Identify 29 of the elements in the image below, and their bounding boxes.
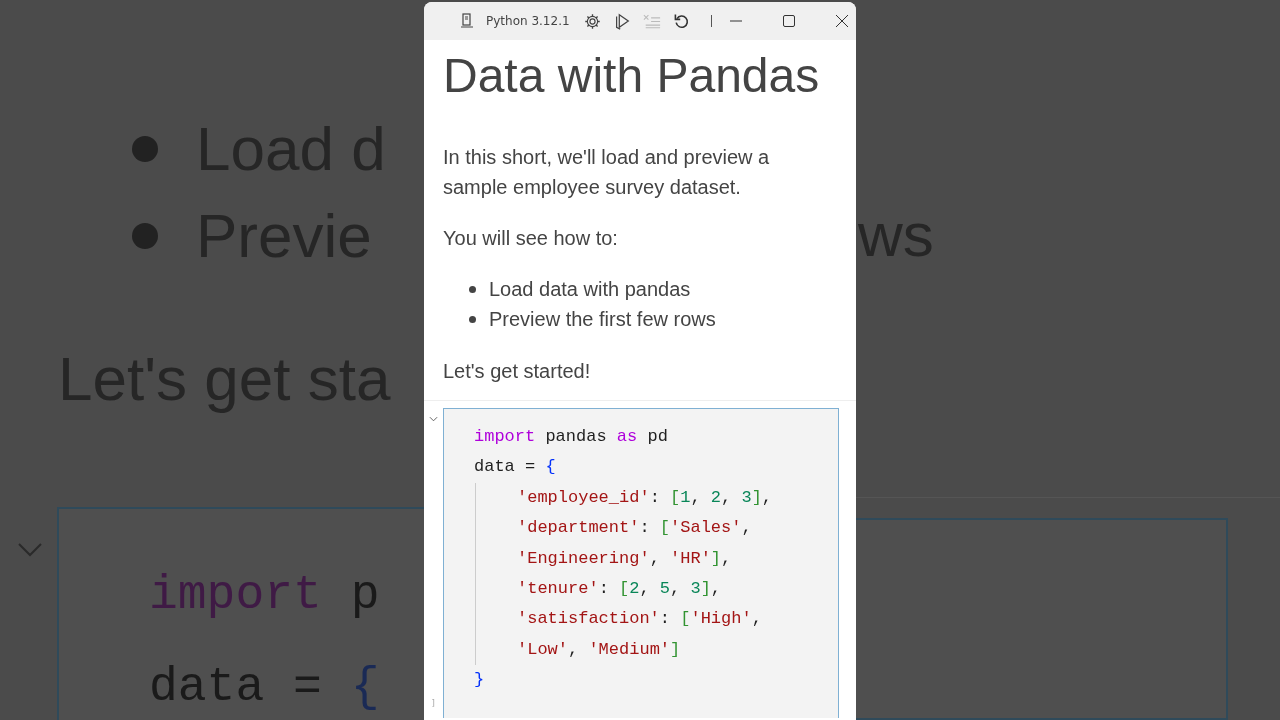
code-line: 'Engineering', 'HR'], <box>475 543 838 575</box>
bullet-text: Load data with pandas <box>489 277 691 301</box>
code-line: 'tenure': [2, 5, 3], <box>475 574 838 605</box>
closing-text: Let's get started! <box>443 359 592 384</box>
bullet-icon <box>132 222 158 249</box>
chevron-icon <box>18 543 42 557</box>
code-line: 'employee_id': [1, 2, 3], <box>475 482 838 514</box>
bullet-icon <box>469 315 476 323</box>
intro-paragraph: In this short, we'll load and preview a sample employee survey dataset. <box>443 145 771 200</box>
bullet-icon <box>469 285 476 293</box>
code-line: import pandas as pd <box>474 426 669 448</box>
notebook-title: Data with Pandas <box>443 48 821 104</box>
kernel-icon[interactable] <box>460 13 474 29</box>
bullet-text: Preview the first few rows <box>489 307 716 331</box>
kernel-label[interactable]: Python 3.12.1 <box>486 14 570 28</box>
code-cell[interactable]: import pandas as pd data = { 'employee_id': [1, 2, 3], 'department': ['Sales', 'Engineering', 'HR'], 'tenure': [2, 5, 3], 'satisfaction': ['High', 'Low', 'Medium'] } <box>443 408 839 718</box>
settings-icon[interactable] <box>583 12 601 30</box>
close-icon[interactable] <box>835 15 848 27</box>
restart-icon[interactable] <box>672 13 689 29</box>
execution-marker: ] <box>430 698 437 708</box>
maximize-icon[interactable] <box>782 15 795 27</box>
code-line: 'satisfaction': ['High', <box>475 604 838 635</box>
code-line: data = { <box>474 456 557 479</box>
lead-text: You will see how to: <box>443 226 619 251</box>
chevron-icon[interactable] <box>429 416 438 422</box>
bullet-icon <box>132 135 158 162</box>
code-line: } <box>474 669 486 692</box>
code-line: 'Low', 'Medium'] <box>475 634 838 666</box>
code-line: 'department': ['Sales', <box>475 513 838 544</box>
